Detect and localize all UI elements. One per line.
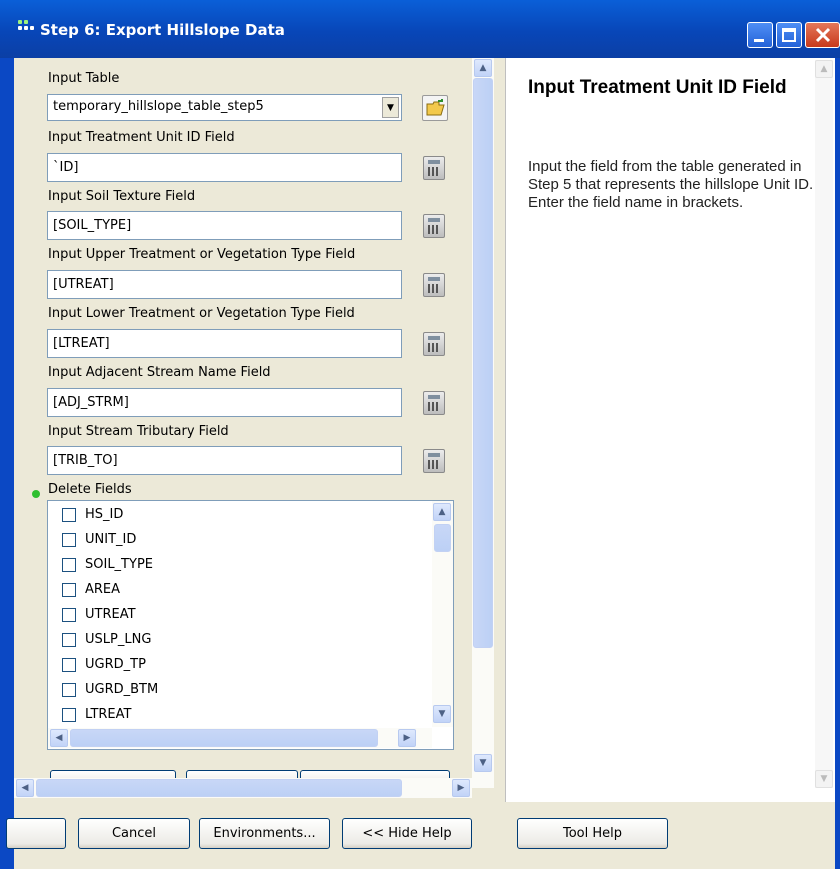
help-body: Input the field from the table generated…	[528, 158, 814, 211]
adjacent-stream-label: Input Adjacent Stream Name Field	[48, 365, 271, 380]
parameters-horizontal-scrollbar[interactable]: ◀ ▶	[14, 778, 472, 798]
soil-texture-field[interactable]: [SOIL_TYPE]	[47, 211, 402, 240]
upper-treatment-field[interactable]: [UTREAT]	[47, 270, 402, 299]
window-frame-left	[0, 58, 14, 869]
checkbox[interactable]	[62, 533, 76, 547]
calculator-icon[interactable]	[423, 332, 445, 356]
scroll-right-icon[interactable]: ▶	[398, 729, 416, 747]
help-title: Input Treatment Unit ID Field	[528, 77, 787, 98]
calculator-icon[interactable]	[423, 156, 445, 180]
required-indicator-icon	[32, 490, 40, 498]
lower-treatment-field[interactable]: [LTREAT]	[47, 329, 402, 358]
input-table-label: Input Table	[48, 71, 120, 86]
title-bar[interactable]: Step 6: Export Hillslope Data	[0, 0, 840, 58]
scroll-left-icon[interactable]: ◀	[16, 779, 34, 797]
list-vertical-scrollbar[interactable]: ▲ ▼	[432, 501, 453, 727]
list-scroll-thumb[interactable]	[434, 524, 451, 552]
scroll-down-icon[interactable]: ▼	[815, 770, 833, 788]
help-pane: Input Treatment Unit ID Field Input the …	[505, 58, 835, 802]
checkbox[interactable]	[62, 633, 76, 647]
scroll-right-icon[interactable]: ▶	[452, 779, 470, 797]
browse-folder-button[interactable]	[422, 95, 448, 121]
window-frame-right	[835, 58, 840, 869]
checkbox[interactable]	[62, 658, 76, 672]
scroll-up-icon[interactable]: ▲	[474, 59, 492, 77]
calculator-icon[interactable]	[423, 391, 445, 415]
scroll-up-icon[interactable]: ▲	[433, 503, 451, 521]
checkbox[interactable]	[62, 683, 76, 697]
list-hscroll-thumb[interactable]	[70, 729, 378, 747]
calculator-icon[interactable]	[423, 273, 445, 297]
window-title: Step 6: Export Hillslope Data	[40, 21, 285, 39]
calculator-icon[interactable]	[423, 214, 445, 238]
minimize-button[interactable]	[747, 22, 773, 48]
minimize-icon	[754, 39, 764, 42]
scroll-down-icon[interactable]: ▼	[433, 705, 451, 723]
chevron-down-icon[interactable]: ▼	[382, 97, 399, 118]
parameters-hscroll-thumb[interactable]	[36, 779, 402, 797]
upper-treatment-label: Input Upper Treatment or Vegetation Type…	[48, 247, 356, 262]
environments-button[interactable]: Environments...	[199, 818, 330, 849]
input-table-combobox[interactable]: temporary_hillslope_table_step5 ▼	[47, 94, 402, 121]
delete-fields-label: Delete Fields	[48, 482, 132, 497]
cancel-button[interactable]: Cancel	[78, 818, 190, 849]
close-icon	[815, 27, 831, 43]
checkbox[interactable]	[62, 558, 76, 572]
input-table-value: temporary_hillslope_table_step5	[53, 99, 264, 114]
delete-fields-list[interactable]: HS_ID UNIT_ID SOIL_TYPE AREA UTREAT USLP…	[47, 500, 454, 750]
calculator-icon[interactable]	[423, 449, 445, 473]
tool-help-button[interactable]: Tool Help	[517, 818, 668, 849]
scroll-left-icon[interactable]: ◀	[50, 729, 68, 747]
maximize-button[interactable]	[776, 22, 802, 48]
treatment-unit-id-field[interactable]: `ID]	[47, 153, 402, 182]
checkbox[interactable]	[62, 508, 76, 522]
stream-tributary-field[interactable]: [TRIB_TO]	[47, 446, 402, 475]
lower-treatment-label: Input Lower Treatment or Vegetation Type…	[48, 306, 355, 321]
model-icon	[18, 20, 38, 34]
scroll-up-icon[interactable]: ▲	[815, 60, 833, 78]
close-button[interactable]	[805, 22, 840, 48]
checkbox[interactable]	[62, 583, 76, 597]
checkbox[interactable]	[62, 608, 76, 622]
checkbox[interactable]	[62, 708, 76, 722]
stream-tributary-label: Input Stream Tributary Field	[48, 424, 229, 439]
hide-help-button[interactable]: << Hide Help	[342, 818, 472, 849]
parameters-scroll-thumb[interactable]	[473, 78, 493, 648]
open-folder-icon	[426, 99, 445, 116]
adjacent-stream-field[interactable]: [ADJ_STRM]	[47, 388, 402, 417]
treatment-unit-id-label: Input Treatment Unit ID Field	[48, 130, 235, 145]
list-horizontal-scrollbar[interactable]: ◀ ▶	[48, 728, 432, 748]
scroll-down-icon[interactable]: ▼	[474, 754, 492, 772]
help-vertical-scrollbar[interactable]: ▲ ▼	[815, 60, 833, 788]
ok-button[interactable]	[6, 818, 66, 849]
maximize-icon	[782, 28, 796, 42]
soil-texture-label: Input Soil Texture Field	[48, 189, 196, 204]
